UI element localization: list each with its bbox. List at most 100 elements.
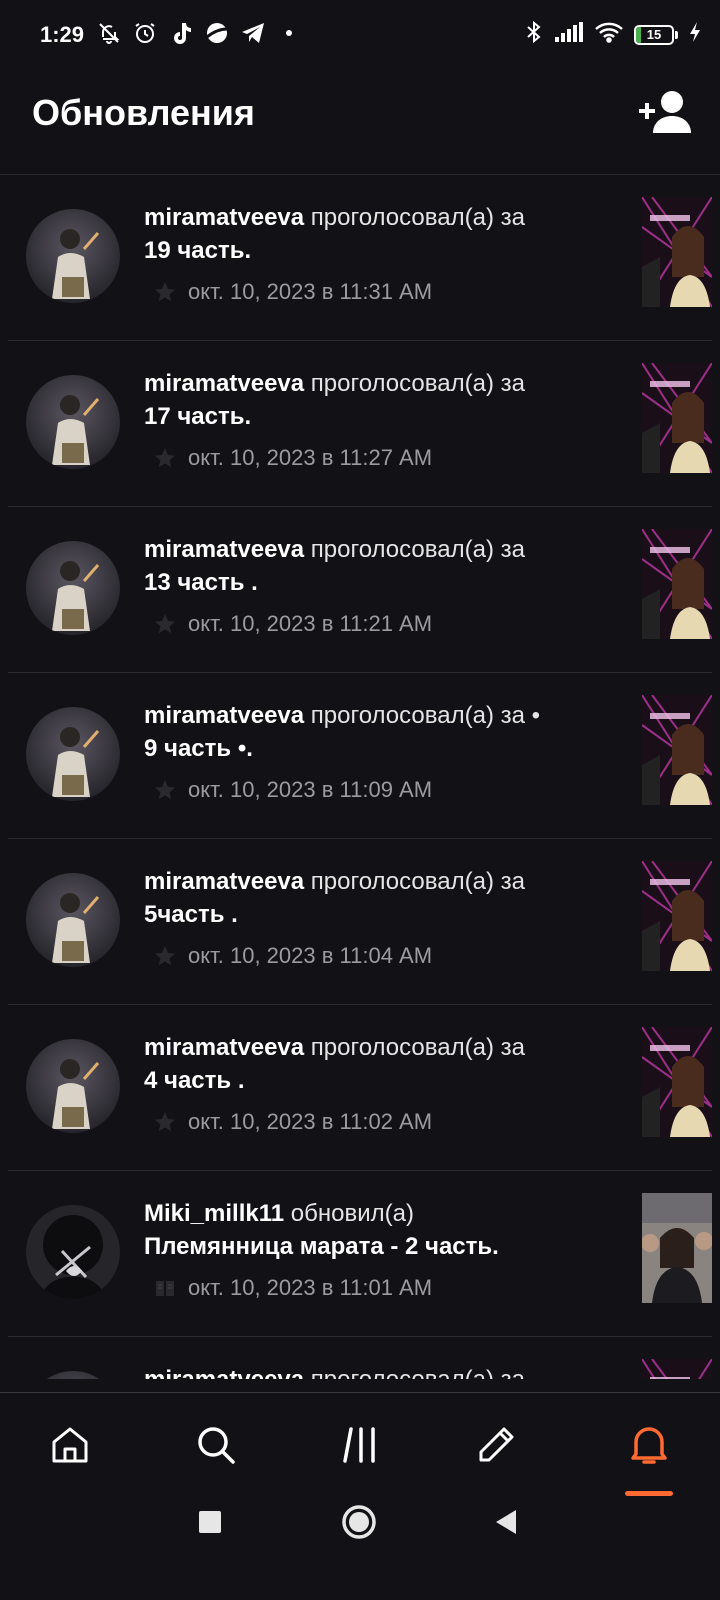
story-cover[interactable] [642, 695, 712, 805]
notifications-icon [631, 1427, 667, 1464]
update-date: окт. 10, 2023 в 11:27 AM [188, 445, 433, 470]
story-cover[interactable] [642, 861, 712, 971]
list-item[interactable]: miramatveeva проголосовал(а) за • 9 часть… [8, 673, 712, 839]
story-cover[interactable] [642, 197, 712, 307]
battery-level: 15 [646, 26, 662, 42]
add-user-button[interactable] [638, 88, 694, 138]
avatar[interactable] [26, 873, 120, 967]
list-item[interactable]: miramatveeva проголосовал(а) за 13 часть … [8, 507, 712, 673]
updates-feed: miramatveeva проголосовал(а) за 19 часть.… [0, 175, 720, 1379]
update-text: miramatveeva проголосовал(а) за • 9 часть… [144, 699, 604, 765]
story-cover[interactable] [642, 1359, 712, 1379]
username-link[interactable]: miramatveeva [144, 868, 304, 895]
star-icon [154, 613, 176, 635]
home-button[interactable] [341, 1504, 377, 1545]
avatar[interactable] [26, 707, 120, 801]
update-meta: окт. 10, 2023 в 11:27 AM [154, 445, 432, 471]
circle-icon [342, 1505, 376, 1539]
update-date: окт. 10, 2023 в 11:01 AM [188, 1275, 433, 1300]
list-item[interactable]: miramatveeva проголосовал(а) за 17 часть.… [8, 341, 712, 507]
list-item[interactable]: miramatveeva проголосовал(а) за [8, 1337, 712, 1379]
notification-icons [96, 20, 302, 46]
update-date: окт. 10, 2023 в 11:09 AM [188, 777, 433, 802]
update-date: окт. 10, 2023 в 11:31 AM [188, 279, 433, 304]
star-icon [154, 447, 176, 469]
nav-home[interactable] [46, 1421, 94, 1469]
update-date: окт. 10, 2023 в 11:02 AM [188, 1109, 433, 1134]
search-icon [198, 1427, 235, 1464]
avatar[interactable] [26, 209, 120, 303]
part-title-link[interactable]: Племянница марата - 2 часть. [144, 1233, 499, 1260]
part-title-link[interactable]: 9 часть •. [144, 735, 253, 762]
username-link[interactable]: miramatveeva [144, 1034, 304, 1061]
avatar[interactable] [26, 1039, 120, 1133]
square-icon [199, 1511, 221, 1533]
nav-library[interactable] [338, 1421, 386, 1469]
home-icon [52, 1427, 88, 1463]
nav-search[interactable] [192, 1421, 240, 1469]
book-icon [154, 1277, 176, 1299]
avatar[interactable] [26, 1205, 120, 1299]
update-meta: окт. 10, 2023 в 11:21 AM [154, 611, 432, 637]
part-title-link[interactable]: 19 часть. [144, 237, 251, 264]
list-item[interactable]: miramatveeva проголосовал(а) за 4 часть .… [8, 1005, 712, 1171]
username-link[interactable]: Miki_millk11 [144, 1200, 284, 1227]
update-text: miramatveeva проголосовал(а) за 4 часть . [144, 1031, 604, 1097]
action-text: проголосовал(а) за • [310, 702, 541, 729]
username-link[interactable]: miramatveeva [144, 1366, 304, 1379]
nav-write[interactable] [472, 1421, 520, 1469]
star-icon [154, 945, 176, 967]
list-item[interactable]: miramatveeva проголосовал(а) за 5часть . о… [8, 839, 712, 1005]
update-date: окт. 10, 2023 в 11:21 AM [188, 611, 433, 636]
story-cover[interactable] [642, 1027, 712, 1137]
charging-icon [688, 21, 702, 48]
page-title: Обновления [32, 92, 255, 133]
star-icon [154, 281, 176, 303]
status-bar: 1:29 15 [0, 0, 720, 70]
action-text: проголосовал(а) за [310, 370, 525, 397]
update-date: окт. 10, 2023 в 11:04 AM [188, 943, 433, 968]
story-cover[interactable] [642, 363, 712, 473]
username-link[interactable]: miramatveeva [144, 370, 304, 397]
avatar[interactable] [26, 541, 120, 635]
part-title-link[interactable]: 4 часть . [144, 1067, 245, 1094]
system-navigation-bar [0, 1500, 720, 1600]
action-text: проголосовал(а) за [310, 868, 525, 895]
tiktok-icon [168, 20, 194, 46]
action-text: проголосовал(а) за [311, 1366, 525, 1379]
story-cover[interactable] [642, 529, 712, 639]
alarm-icon [132, 20, 158, 46]
update-meta: окт. 10, 2023 в 11:31 AM [154, 279, 432, 305]
update-meta: окт. 10, 2023 в 11:04 AM [154, 943, 432, 969]
star-icon [154, 1111, 176, 1133]
update-text: miramatveeva проголосовал(а) за [144, 1363, 604, 1379]
bottom-navigation [0, 1392, 720, 1501]
story-cover[interactable] [642, 1193, 712, 1303]
part-title-link[interactable]: 17 часть. [144, 403, 251, 430]
username-link[interactable]: miramatveeva [144, 536, 304, 563]
part-title-link[interactable]: 5часть . [144, 901, 238, 928]
update-text: miramatveeva проголосовал(а) за 13 часть … [144, 533, 604, 599]
dot-icon [276, 20, 302, 46]
username-link[interactable]: miramatveeva [144, 702, 304, 729]
recents-button[interactable] [198, 1510, 222, 1539]
update-meta: окт. 10, 2023 в 11:09 AM [154, 777, 432, 803]
avatar[interactable] [26, 375, 120, 469]
part-title-link[interactable]: 13 часть . [144, 569, 258, 596]
action-text: проголосовал(а) за [310, 204, 525, 231]
telegram-icon [240, 20, 266, 46]
nav-notifications[interactable] [625, 1421, 673, 1469]
system-status-icons: 15 [524, 20, 702, 49]
wifi-icon [594, 21, 624, 48]
list-item[interactable]: Miki_millk11 обновил(а) Племянница марата… [8, 1171, 712, 1337]
update-text: miramatveeva проголосовал(а) за 19 часть. [144, 201, 604, 267]
bluetooth-icon [524, 20, 544, 49]
update-meta: окт. 10, 2023 в 11:02 AM [154, 1109, 432, 1135]
signal-icon [554, 21, 584, 48]
username-link[interactable]: miramatveeva [144, 204, 304, 231]
avatar[interactable] [26, 1371, 120, 1379]
list-item[interactable]: miramatveeva проголосовал(а) за 19 часть.… [8, 175, 712, 341]
back-button[interactable] [494, 1509, 518, 1540]
active-tab-indicator [625, 1491, 673, 1496]
star-icon [154, 779, 176, 801]
